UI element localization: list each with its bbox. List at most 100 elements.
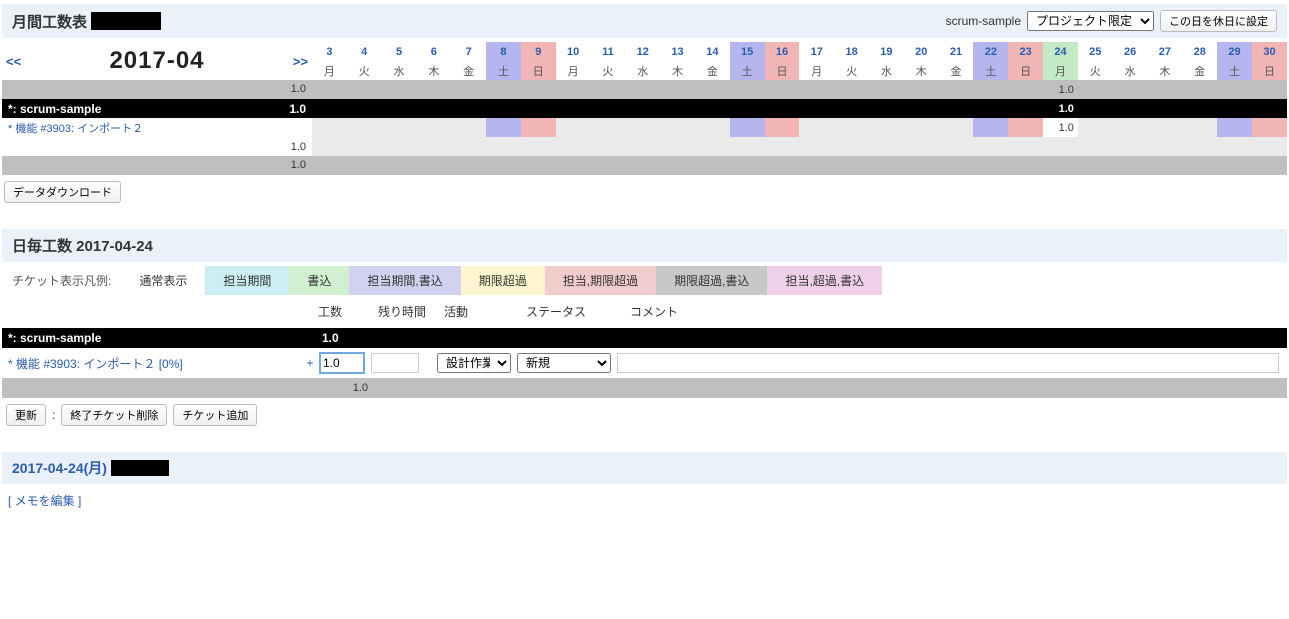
day-16[interactable]: 16: [765, 42, 800, 61]
ticket-row-left[interactable]: * 機能 #3903: インポート２: [2, 118, 312, 137]
project-cell: [660, 99, 695, 118]
day-14[interactable]: 14: [695, 42, 730, 61]
ticket-cell[interactable]: [486, 118, 521, 137]
total-cell: [486, 156, 521, 175]
day-29[interactable]: 29: [1217, 42, 1252, 61]
ticket-cell[interactable]: [416, 118, 451, 137]
ticket-cell[interactable]: [1252, 118, 1287, 137]
ticket-cell[interactable]: [973, 118, 1008, 137]
project-scope-select[interactable]: プロジェクト限定: [1027, 11, 1154, 31]
add-ticket-icon[interactable]: +: [302, 356, 318, 370]
total-cell: [1008, 156, 1043, 175]
ticket-cell[interactable]: [1113, 118, 1148, 137]
ticket-cell[interactable]: [382, 118, 417, 137]
status-select[interactable]: 新規: [517, 353, 611, 373]
total-cell: [382, 156, 417, 175]
ticket-cell[interactable]: [695, 118, 730, 137]
ticket-cell[interactable]: [1078, 118, 1113, 137]
ticket-cell[interactable]: [625, 118, 660, 137]
day-24[interactable]: 24: [1043, 42, 1078, 61]
col-hours: 工数: [318, 299, 378, 324]
remain-input[interactable]: [371, 353, 419, 373]
day-10[interactable]: 10: [556, 42, 591, 61]
download-button[interactable]: データダウンロード: [4, 181, 121, 203]
ticket-cell[interactable]: [869, 118, 904, 137]
next-month-button[interactable]: >>: [293, 54, 308, 69]
project-cell: [765, 99, 800, 118]
ticket-cell[interactable]: [591, 118, 626, 137]
ticket-cell[interactable]: [1182, 118, 1217, 137]
ticket-cell[interactable]: [730, 118, 765, 137]
day-23[interactable]: 23: [1008, 42, 1043, 61]
ticket-cell[interactable]: [834, 118, 869, 137]
total-cell: [347, 156, 382, 175]
spacer-cell: [695, 137, 730, 156]
day-26[interactable]: 26: [1113, 42, 1148, 61]
calendar-container: << 2017-04 >> 1.0 *: scrum-sample 1.0 * …: [2, 42, 1287, 175]
ticket-cell[interactable]: [1148, 118, 1183, 137]
daily-header-bar: 日毎工数 2017-04-24: [2, 229, 1287, 262]
dow-cell: 土: [1217, 61, 1252, 80]
day-17[interactable]: 17: [799, 42, 834, 61]
ticket-cell[interactable]: [347, 118, 382, 137]
day-30[interactable]: 30: [1252, 42, 1287, 61]
prev-month-button[interactable]: <<: [6, 54, 21, 69]
ticket-link[interactable]: * 機能 #3903: インポート２: [8, 120, 143, 136]
total-cell: [869, 156, 904, 175]
ticket-row-total: 1.0: [2, 137, 312, 156]
ticket-cell[interactable]: [451, 118, 486, 137]
ticket-cell[interactable]: [799, 118, 834, 137]
day-5[interactable]: 5: [382, 42, 417, 61]
daily-ticket-name[interactable]: * 機能 #3903: インポート２ [0%]: [2, 355, 302, 372]
total-cell: [765, 80, 800, 99]
total-cell: [660, 156, 695, 175]
day-22[interactable]: 22: [973, 42, 1008, 61]
day-21[interactable]: 21: [939, 42, 974, 61]
day-18[interactable]: 18: [834, 42, 869, 61]
day-3[interactable]: 3: [312, 42, 347, 61]
comment-input[interactable]: [617, 353, 1279, 373]
ticket-cell[interactable]: [765, 118, 800, 137]
ticket-cell[interactable]: [1008, 118, 1043, 137]
dow-cell: 月: [556, 61, 591, 80]
day-15[interactable]: 15: [730, 42, 765, 61]
day-9[interactable]: 9: [521, 42, 556, 61]
ticket-cell[interactable]: [660, 118, 695, 137]
update-button[interactable]: 更新: [6, 404, 46, 426]
day-11[interactable]: 11: [591, 42, 626, 61]
spacer-cell: [1008, 137, 1043, 156]
day-7[interactable]: 7: [451, 42, 486, 61]
project-cell: [416, 99, 451, 118]
project-cell: [347, 99, 382, 118]
ticket-cell[interactable]: [521, 118, 556, 137]
delete-closed-button[interactable]: 終了チケット削除: [61, 404, 167, 426]
project-cell: [904, 99, 939, 118]
add-ticket-button[interactable]: チケット追加: [173, 404, 257, 426]
set-holiday-button[interactable]: この日を休日に設定: [1160, 10, 1277, 32]
ticket-cell[interactable]: 1.0: [1043, 118, 1078, 137]
day-28[interactable]: 28: [1182, 42, 1217, 61]
ticket-cell[interactable]: [939, 118, 974, 137]
dow-cell: 月: [312, 61, 347, 80]
dow-cell: 土: [730, 61, 765, 80]
memo-edit-link[interactable]: [ メモを編集 ]: [0, 488, 1289, 513]
hours-input[interactable]: [319, 352, 365, 374]
total-cell: [591, 80, 626, 99]
day-4[interactable]: 4: [347, 42, 382, 61]
day-20[interactable]: 20: [904, 42, 939, 61]
ticket-cell[interactable]: [312, 118, 347, 137]
day-25[interactable]: 25: [1078, 42, 1113, 61]
ticket-cell[interactable]: [556, 118, 591, 137]
day-27[interactable]: 27: [1148, 42, 1183, 61]
activity-select[interactable]: 設計作業: [437, 353, 511, 373]
day-6[interactable]: 6: [416, 42, 451, 61]
day-8[interactable]: 8: [486, 42, 521, 61]
legend-assign-overdue: 担当,期限超過: [545, 266, 656, 295]
spacer-cell: [556, 137, 591, 156]
day-13[interactable]: 13: [660, 42, 695, 61]
day-12[interactable]: 12: [625, 42, 660, 61]
ticket-cell[interactable]: [1217, 118, 1252, 137]
day-19[interactable]: 19: [869, 42, 904, 61]
ticket-cell[interactable]: [904, 118, 939, 137]
total-cell: [730, 80, 765, 99]
